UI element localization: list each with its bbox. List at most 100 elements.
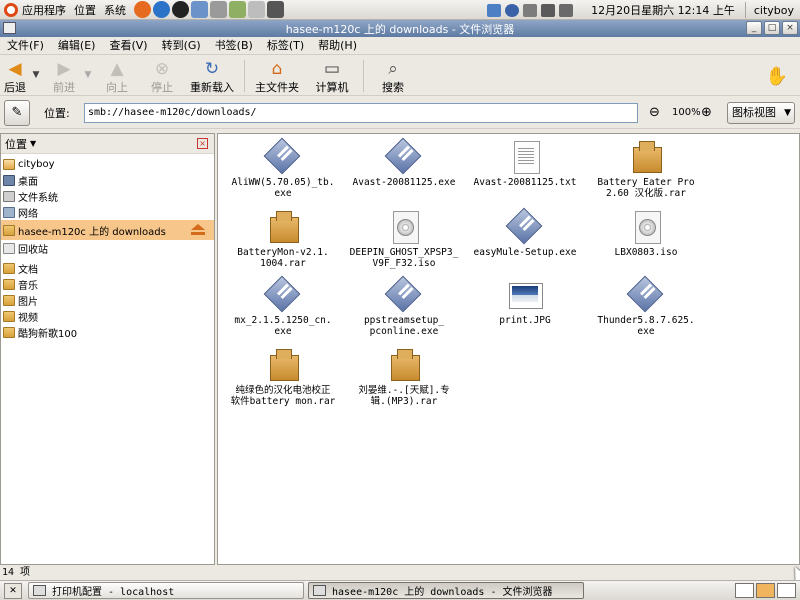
eject-icon[interactable]: [190, 224, 206, 236]
menu-view[interactable]: 查看(V): [102, 37, 154, 55]
folder-icon: [3, 294, 15, 306]
file-item[interactable]: BatteryMon-v2.1. 1004.rar: [221, 210, 345, 269]
window-titlebar[interactable]: hasee-m120c 上的 downloads - 文件浏览器 _ □ ×: [0, 20, 800, 37]
window-menu-icon[interactable]: [3, 22, 16, 34]
sidebar-item-label: cityboy: [18, 158, 55, 170]
close-sidebar-icon[interactable]: ×: [197, 138, 208, 149]
taskbar-item-file-browser[interactable]: hasee-m120c 上的 downloads - 文件浏览器: [308, 582, 584, 599]
location-input[interactable]: smb://hasee-m120c/downloads/: [84, 103, 638, 123]
battery-icon[interactable]: [523, 3, 538, 17]
menu-go[interactable]: 转到(G): [155, 37, 208, 55]
file-name-label: ppstreamsetup_: [363, 315, 445, 326]
minimize-button[interactable]: _: [746, 21, 762, 35]
sidebar-item[interactable]: 回收站: [1, 240, 214, 256]
virtualbox-icon[interactable]: [191, 1, 208, 18]
network-icon[interactable]: [487, 3, 502, 17]
zoom-in-icon[interactable]: ⊕: [701, 105, 712, 120]
sidebar-item[interactable]: 网络: [1, 204, 214, 220]
sidebar-item[interactable]: 图片: [1, 292, 214, 308]
camera-icon[interactable]: [267, 1, 284, 18]
pidgin-icon[interactable]: [229, 1, 246, 18]
folder-icon: [3, 326, 15, 338]
file-name-label: pconline.exe: [369, 326, 439, 337]
rar-file-icon: [266, 348, 300, 382]
bluetooth-icon[interactable]: [505, 3, 520, 17]
iso-file-icon: [387, 210, 421, 244]
file-item[interactable]: mx_2.1.5.1250_cn. exe: [221, 278, 345, 337]
volume-icon[interactable]: [559, 3, 574, 17]
places-menu[interactable]: 位置: [70, 0, 100, 20]
kde-icon[interactable]: [153, 1, 170, 18]
sidebar-item[interactable]: hasee-m120c 上的 downloads: [1, 220, 214, 240]
menu-help[interactable]: 帮助(H): [311, 37, 364, 55]
sidebar-item[interactable]: 文档: [1, 260, 214, 276]
sidebar-item[interactable]: 视频: [1, 308, 214, 324]
file-item[interactable]: Avast-20081125.txt: [463, 140, 587, 188]
folder-icon: [3, 310, 15, 322]
menu-tabs[interactable]: 标签(T): [260, 37, 311, 55]
file-item[interactable]: DEEPIN_GHOST_XPSP3_ V9F_F32.iso: [342, 210, 466, 269]
home-button[interactable]: ⌂ 主文件夹: [249, 56, 305, 96]
file-item[interactable]: Avast-20081125.exe: [342, 140, 466, 188]
taskbar-item-printer-config[interactable]: 打印机配置 - localhost: [28, 582, 304, 599]
sidebar-item[interactable]: 音乐: [1, 276, 214, 292]
file-item[interactable]: 纯绿色的汉化电池校正 软件battery mon.rar: [221, 348, 345, 407]
view-mode-select[interactable]: 图标视图 ▼: [727, 102, 795, 124]
file-name-label: 1004.rar: [260, 258, 306, 269]
forward-button[interactable]: ▶ 前进: [46, 56, 82, 96]
up-button[interactable]: ▲ 向上: [94, 56, 140, 96]
workspace-2[interactable]: [756, 583, 775, 598]
sidebar-item-label: 回收站: [18, 244, 48, 256]
sidebar-header[interactable]: 位置 ▼ ×: [1, 134, 214, 154]
back-button[interactable]: ◀ 后退: [0, 56, 30, 96]
file-item[interactable]: easyMule-Setup.exe: [463, 210, 587, 258]
file-item[interactable]: print.JPG: [463, 278, 587, 326]
menu-bookmarks[interactable]: 书签(B): [208, 37, 260, 55]
rar-file-icon: [266, 210, 300, 244]
menu-edit[interactable]: 编辑(E): [51, 37, 103, 55]
menu-file[interactable]: 文件(F): [0, 37, 51, 55]
zoom-out-icon[interactable]: ⊖: [649, 105, 660, 120]
file-item[interactable]: 刘晏维.-.[天赋].专 辑.(MP3).rar: [342, 348, 466, 407]
file-name-label: 辑.(MP3).rar: [370, 396, 438, 407]
file-item[interactable]: Thunder5.8.7.625. exe: [584, 278, 708, 337]
bottom-panel: ✕ 打印机配置 - localhost hasee-m120c 上的 downl…: [0, 580, 800, 600]
user-switcher[interactable]: cityboy: [754, 4, 794, 17]
sidebar-item[interactable]: cityboy: [1, 156, 214, 172]
file-name-label: exe: [274, 188, 292, 199]
close-button[interactable]: ×: [782, 21, 798, 35]
people-icon[interactable]: [210, 1, 227, 18]
file-item[interactable]: Battery Eater Pro 2.60 汉化版.rar: [584, 140, 708, 199]
maximize-button[interactable]: □: [764, 21, 780, 35]
zoom-level[interactable]: 100%: [672, 107, 701, 118]
sidebar-item[interactable]: 桌面: [1, 172, 214, 188]
file-item[interactable]: ppstreamsetup_ pconline.exe: [342, 278, 466, 337]
system-menu[interactable]: 系统: [100, 0, 130, 20]
home-icon: [3, 158, 15, 170]
qq-icon[interactable]: [172, 1, 189, 18]
gnome-foot-icon: ✋: [765, 66, 788, 87]
computer-button-label: 计算机: [315, 81, 349, 94]
reload-button[interactable]: ↻ 重新载入: [184, 56, 240, 96]
file-icon-view[interactable]: AliWW(5.70.05)_tb. exe Avast-20081125.exe A…: [217, 133, 800, 582]
file-item[interactable]: LBX0803.iso: [584, 210, 708, 258]
forward-history-dropdown[interactable]: ▼: [82, 70, 94, 80]
applications-menu[interactable]: 应用程序: [0, 0, 70, 20]
mail-icon[interactable]: [541, 3, 556, 17]
toggle-location-entry-button[interactable]: ✎: [4, 99, 30, 126]
workspace-1[interactable]: [735, 583, 754, 598]
back-history-dropdown[interactable]: ▼: [30, 70, 42, 80]
clock[interactable]: 12月20日星期六 12:14 上午: [591, 2, 735, 18]
show-desktop-button[interactable]: ✕: [4, 582, 22, 599]
workspace-3[interactable]: [777, 583, 796, 598]
jpg-file-icon: [508, 278, 543, 312]
file-item[interactable]: AliWW(5.70.05)_tb. exe: [221, 140, 345, 199]
top-panel: 应用程序 位置 系统 12月20日星期六 12:14 上午 cityboy: [0, 0, 800, 20]
sidebar-item[interactable]: 酷狗新歌100: [1, 324, 214, 340]
stop-button[interactable]: ⊗ 停止: [140, 56, 184, 96]
search-button[interactable]: ⌕ 搜索: [368, 56, 418, 96]
firefox-icon[interactable]: [134, 1, 151, 18]
sidebar-item[interactable]: 文件系统: [1, 188, 214, 204]
computer-button[interactable]: ▭ 计算机: [305, 56, 359, 96]
text-editor-icon[interactable]: [248, 1, 265, 18]
